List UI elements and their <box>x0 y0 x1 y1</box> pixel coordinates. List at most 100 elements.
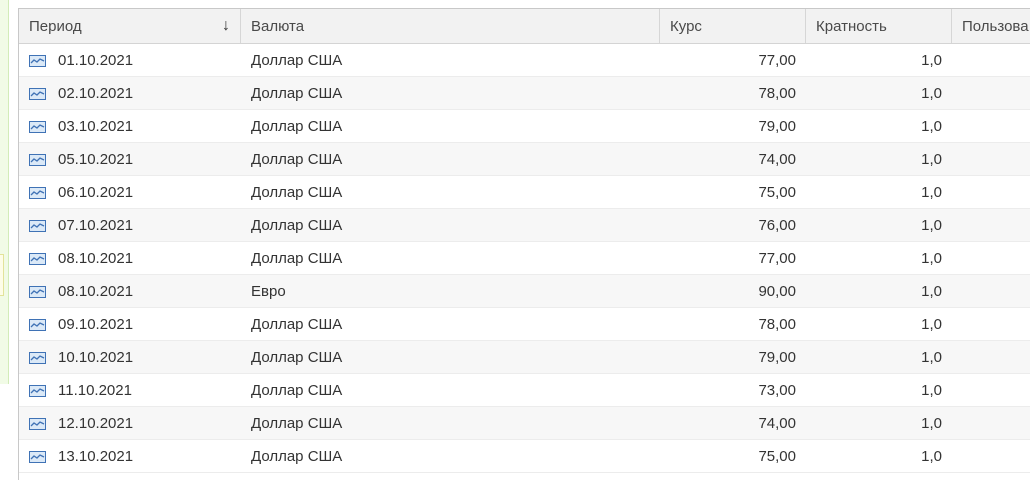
table-row[interactable]: 12.10.2021 Доллар США 74,00 1,0 <box>19 407 1030 440</box>
multiplicity-value: 1,0 <box>921 51 942 69</box>
column-header-label: Валюта <box>251 17 305 35</box>
register-record-icon <box>29 384 46 397</box>
table-row[interactable]: 05.10.2021 Доллар США 74,00 1,0 <box>19 143 1030 176</box>
rate-value: 78,00 <box>758 315 796 333</box>
cell-rate: 74,00 <box>660 143 806 175</box>
table-row[interactable]: 08.10.2021 Доллар США 77,00 1,0 <box>19 242 1030 275</box>
currency-value: Доллар США <box>251 216 343 234</box>
cell-rate: 77,00 <box>660 44 806 76</box>
currency-value: Доллар США <box>251 183 343 201</box>
cell-currency: Доллар США <box>241 209 660 241</box>
column-header-label: Курс <box>670 17 702 35</box>
period-value: 08.10.2021 <box>58 249 134 267</box>
multiplicity-value: 1,0 <box>921 282 942 300</box>
currency-value: Доллар США <box>251 414 343 432</box>
multiplicity-value: 1,0 <box>921 249 942 267</box>
table-body: 01.10.2021 Доллар США 77,00 1,0 02.10.2021 До… <box>19 44 1030 473</box>
rate-value: 79,00 <box>758 117 796 135</box>
table-row[interactable]: 10.10.2021 Доллар США 79,00 1,0 <box>19 341 1030 374</box>
column-header-multiplicity[interactable]: Кратность <box>806 9 952 43</box>
column-header-label: Период <box>29 17 82 35</box>
column-header-period[interactable]: Период ↓ <box>19 9 241 43</box>
rate-value: 90,00 <box>758 282 796 300</box>
currency-value: Доллар США <box>251 51 343 69</box>
cell-period: 06.10.2021 <box>19 176 241 208</box>
register-record-icon <box>29 252 46 265</box>
cell-user <box>952 242 1030 274</box>
cell-rate: 79,00 <box>660 341 806 373</box>
register-record-icon <box>29 417 46 430</box>
table-row[interactable]: 09.10.2021 Доллар США 78,00 1,0 <box>19 308 1030 341</box>
period-value: 05.10.2021 <box>58 150 134 168</box>
register-record-icon <box>29 153 46 166</box>
currency-value: Доллар США <box>251 348 343 366</box>
register-record-icon <box>29 285 46 298</box>
cell-multiplicity: 1,0 <box>806 374 952 406</box>
cell-multiplicity: 1,0 <box>806 110 952 142</box>
rate-value: 75,00 <box>758 183 796 201</box>
cell-multiplicity: 1,0 <box>806 44 952 76</box>
table-row[interactable]: 03.10.2021 Доллар США 79,00 1,0 <box>19 110 1030 143</box>
cell-currency: Доллар США <box>241 143 660 175</box>
table-row[interactable]: 01.10.2021 Доллар США 77,00 1,0 <box>19 44 1030 77</box>
multiplicity-value: 1,0 <box>921 150 942 168</box>
cell-currency: Евро <box>241 275 660 307</box>
rate-value: 73,00 <box>758 381 796 399</box>
cell-user <box>952 374 1030 406</box>
cell-rate: 79,00 <box>660 110 806 142</box>
cell-user <box>952 275 1030 307</box>
period-value: 07.10.2021 <box>58 216 134 234</box>
cell-multiplicity: 1,0 <box>806 143 952 175</box>
period-value: 08.10.2021 <box>58 282 134 300</box>
table-row[interactable]: 07.10.2021 Доллар США 76,00 1,0 <box>19 209 1030 242</box>
column-header-label: Пользова <box>962 17 1029 35</box>
multiplicity-value: 1,0 <box>921 447 942 465</box>
cell-rate: 78,00 <box>660 308 806 340</box>
cell-user <box>952 407 1030 439</box>
register-record-icon <box>29 351 46 364</box>
column-header-currency[interactable]: Валюта <box>241 9 660 43</box>
table-row[interactable]: 13.10.2021 Доллар США 75,00 1,0 <box>19 440 1030 473</box>
cell-rate: 77,00 <box>660 242 806 274</box>
cell-user <box>952 308 1030 340</box>
cell-currency: Доллар США <box>241 308 660 340</box>
register-record-icon <box>29 54 46 67</box>
cell-period: 13.10.2021 <box>19 440 241 472</box>
cell-currency: Доллар США <box>241 242 660 274</box>
cell-user <box>952 143 1030 175</box>
register-record-icon <box>29 450 46 463</box>
cell-multiplicity: 1,0 <box>806 77 952 109</box>
table-row[interactable]: 06.10.2021 Доллар США 75,00 1,0 <box>19 176 1030 209</box>
left-panel-handle <box>0 254 4 296</box>
left-panel-strip <box>0 0 9 384</box>
column-header-label: Кратность <box>816 17 887 35</box>
rate-value: 77,00 <box>758 51 796 69</box>
table-header: Период ↓ Валюта Курс Кратность Пользова <box>19 9 1030 44</box>
multiplicity-value: 1,0 <box>921 183 942 201</box>
period-value: 02.10.2021 <box>58 84 134 102</box>
cell-multiplicity: 1,0 <box>806 407 952 439</box>
cell-multiplicity: 1,0 <box>806 176 952 208</box>
cell-rate: 76,00 <box>660 209 806 241</box>
table-row[interactable]: 08.10.2021 Евро 90,00 1,0 <box>19 275 1030 308</box>
rate-value: 76,00 <box>758 216 796 234</box>
table-row[interactable]: 02.10.2021 Доллар США 78,00 1,0 <box>19 77 1030 110</box>
cell-rate: 78,00 <box>660 77 806 109</box>
currency-value: Евро <box>251 282 286 300</box>
cell-multiplicity: 1,0 <box>806 275 952 307</box>
cell-currency: Доллар США <box>241 44 660 76</box>
column-header-user[interactable]: Пользова <box>952 9 1030 43</box>
table-row[interactable]: 11.10.2021 Доллар США 73,00 1,0 <box>19 374 1030 407</box>
cell-user <box>952 341 1030 373</box>
cell-currency: Доллар США <box>241 110 660 142</box>
currency-value: Доллар США <box>251 381 343 399</box>
cell-currency: Доллар США <box>241 440 660 472</box>
currency-value: Доллар США <box>251 249 343 267</box>
cell-user <box>952 44 1030 76</box>
column-header-rate[interactable]: Курс <box>660 9 806 43</box>
period-value: 06.10.2021 <box>58 183 134 201</box>
rate-value: 77,00 <box>758 249 796 267</box>
cell-multiplicity: 1,0 <box>806 341 952 373</box>
period-value: 01.10.2021 <box>58 51 134 69</box>
period-value: 09.10.2021 <box>58 315 134 333</box>
